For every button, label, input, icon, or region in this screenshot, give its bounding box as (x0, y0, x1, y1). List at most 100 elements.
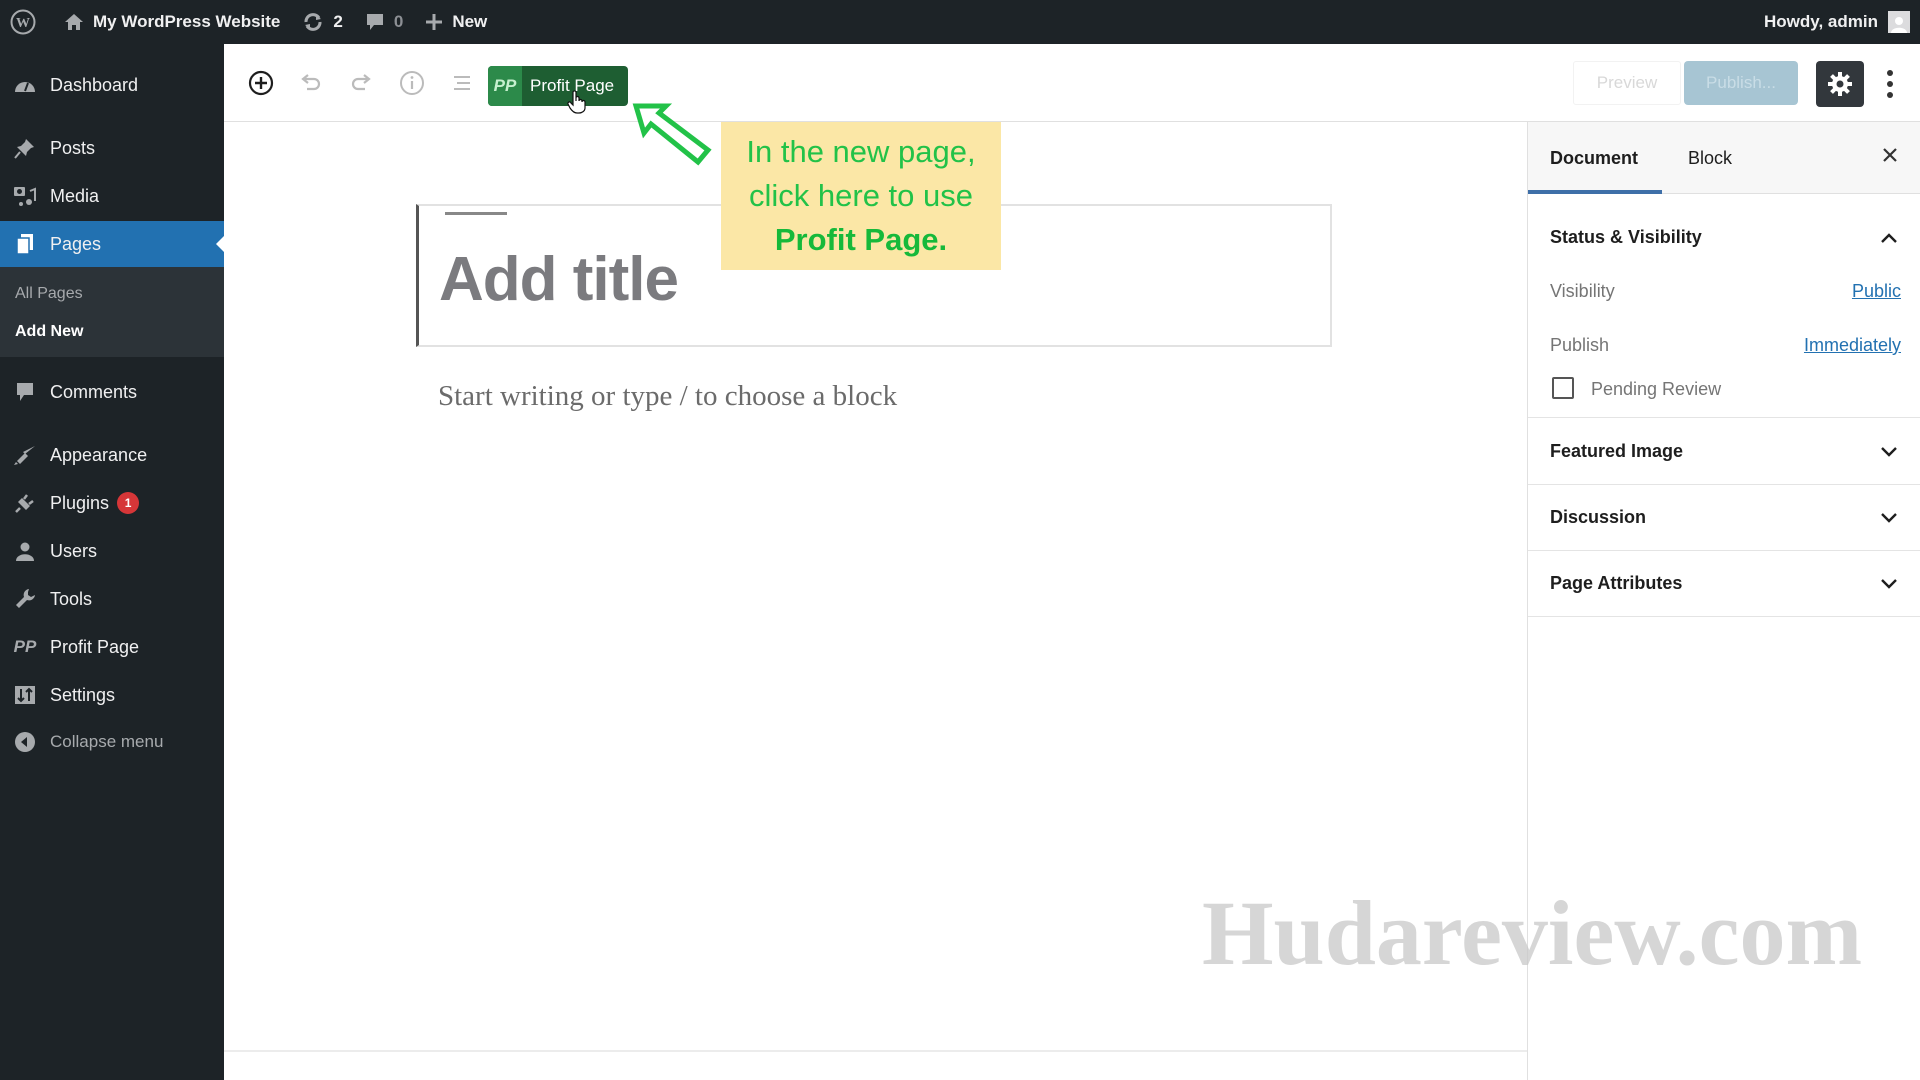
dot-icon (1887, 81, 1893, 87)
discussion-section[interactable]: Discussion (1528, 485, 1920, 551)
user-icon (12, 541, 38, 561)
sidebar-item-pages[interactable]: Pages (0, 221, 224, 267)
my-account[interactable]: Howdy, admin (1764, 11, 1920, 33)
media-icon (12, 185, 38, 207)
site-name-link[interactable]: My WordPress Website (46, 0, 290, 44)
publish-date-link[interactable]: Immediately (1804, 335, 1901, 356)
updates-icon (302, 12, 324, 32)
publish-label: Publish (1550, 335, 1610, 355)
chevron-down-icon (1879, 573, 1899, 593)
sidebar-item-label: Plugins (50, 492, 110, 513)
section-title[interactable]: Status & Visibility (1550, 227, 1702, 248)
sidebar-item-comments[interactable]: Comments (0, 370, 224, 414)
sidebar-item-label: Comments (50, 381, 138, 402)
greeting: Howdy, admin (1764, 12, 1878, 31)
tab-document[interactable]: Document (1550, 148, 1638, 169)
add-block-button[interactable] (244, 66, 278, 100)
more-options-button[interactable] (1879, 64, 1901, 104)
sidebar-item-label: Users (50, 540, 98, 561)
settings-icon (12, 685, 38, 705)
publish-button[interactable]: Publish... (1684, 61, 1798, 105)
watermark: Hudareview.com (1202, 882, 1863, 984)
title-placeholder[interactable]: Add title (439, 244, 679, 315)
chevron-down-icon (1879, 507, 1899, 527)
svg-text:W: W (16, 16, 30, 31)
gear-icon (1828, 72, 1852, 96)
site-name: My WordPress Website (93, 12, 281, 31)
sidebar-item-label: Posts (50, 137, 96, 158)
pending-review-label[interactable]: Pending Review (1591, 379, 1721, 400)
sidebar-item-settings[interactable]: Settings (0, 673, 224, 717)
plus-icon (425, 13, 443, 31)
pin-icon (12, 137, 38, 159)
redo-button[interactable] (344, 66, 378, 100)
submenu-all-pages[interactable]: All Pages (15, 285, 83, 303)
dot-icon (1887, 70, 1893, 76)
sidebar-item-label: Dashboard (50, 74, 139, 95)
footer-divider (224, 1050, 1527, 1052)
close-sidebar-button[interactable] (1881, 144, 1899, 170)
content-info-button[interactable] (395, 66, 429, 100)
comments-count: 0 (393, 12, 404, 31)
submenu-add-new[interactable]: Add New (15, 323, 83, 341)
new-label: New (452, 12, 488, 31)
plugin-icon (12, 492, 38, 514)
page-attributes-section[interactable]: Page Attributes (1528, 551, 1920, 617)
sidebar-item-tools[interactable]: Tools (0, 577, 224, 621)
block-appender-placeholder[interactable]: Start writing or type / to choose a bloc… (438, 380, 897, 413)
dot-icon (1887, 92, 1893, 98)
profit-page-logo-icon: PP (488, 66, 522, 106)
section-title: Page Attributes (1550, 573, 1683, 593)
hand-cursor-icon (567, 90, 586, 114)
settings-button[interactable] (1816, 61, 1864, 107)
collapse-menu-button[interactable]: Collapse menu (0, 720, 224, 764)
redo-icon (351, 74, 371, 91)
sidebar-item-dashboard[interactable]: Dashboard (0, 63, 224, 107)
tab-block[interactable]: Block (1688, 148, 1732, 169)
close-icon (1883, 148, 1897, 162)
comments-link[interactable]: 0 (353, 0, 413, 44)
sidebar-item-posts[interactable]: Posts (0, 126, 224, 170)
dashboard-icon (12, 76, 38, 94)
sidebar-item-label: Appearance (50, 444, 148, 465)
admin-bar: W My WordPress Website 2 0 New Howdy, ad… (0, 0, 1920, 44)
sidebar-item-label: Tools (50, 588, 93, 609)
featured-image-section[interactable]: Featured Image (1528, 419, 1920, 485)
pages-submenu: All Pages Add New (0, 267, 224, 357)
brush-icon (12, 444, 38, 466)
visibility-label: Visibility (1550, 281, 1615, 301)
sidebar-item-media[interactable]: Media (0, 174, 224, 218)
wordpress-logo-button[interactable]: W (0, 0, 46, 44)
sidebar-item-users[interactable]: Users (0, 529, 224, 573)
info-icon (400, 71, 424, 95)
preview-button[interactable]: Preview (1573, 61, 1681, 105)
block-navigation-button[interactable] (445, 66, 479, 100)
sidebar-item-profit-page[interactable]: PP Profit Page (0, 625, 224, 669)
undo-icon (301, 74, 321, 91)
home-icon (64, 13, 84, 31)
sidebar-item-appearance[interactable]: Appearance (0, 433, 224, 477)
collapse-label: Collapse menu (50, 732, 164, 751)
sidebar-item-label: Media (50, 185, 100, 206)
callout-line-2: click here to use (749, 178, 973, 213)
section-title: Discussion (1550, 507, 1647, 527)
sidebar-item-plugins[interactable]: Plugins 1 (0, 481, 224, 525)
callout-line-1: In the new page, (746, 134, 976, 169)
block-mover-handle[interactable] (445, 212, 507, 215)
profit-page-button[interactable]: PP Profit Page (488, 66, 628, 106)
updates-link[interactable]: 2 (290, 0, 352, 44)
comment-icon (12, 381, 38, 403)
undo-button[interactable] (294, 66, 328, 100)
comment-icon (365, 12, 385, 32)
pending-review-checkbox[interactable] (1552, 377, 1574, 399)
visibility-link[interactable]: Public (1852, 281, 1901, 302)
collapse-icon (12, 731, 38, 753)
chevron-up-icon[interactable] (1879, 228, 1899, 248)
list-icon (454, 76, 470, 90)
avatar (1888, 11, 1910, 33)
profit-page-icon: PP (13, 637, 37, 656)
new-content-link[interactable]: New (413, 0, 497, 44)
sidebar-item-label: Settings (50, 684, 116, 705)
plugin-update-badge: 1 (117, 492, 140, 514)
annotation-callout: In the new page, click here to use Profi… (721, 122, 1001, 270)
